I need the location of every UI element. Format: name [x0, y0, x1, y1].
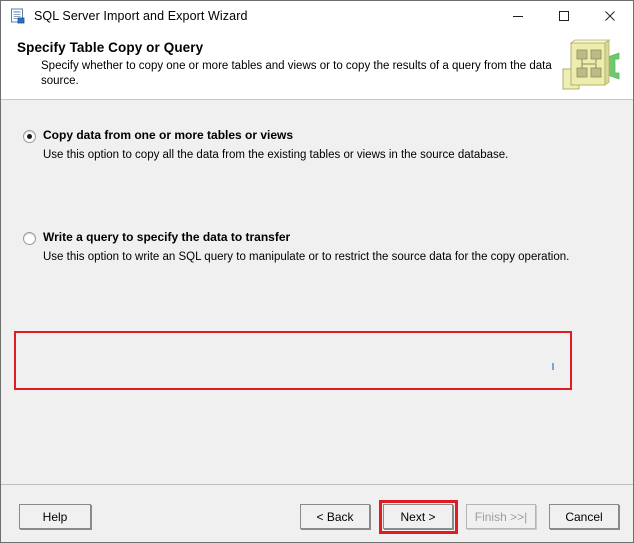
wizard-document-icon: [10, 8, 26, 24]
option-copy-tables-label: Copy data from one or more tables or vie…: [43, 128, 294, 142]
option-copy-tables-row[interactable]: Copy data from one or more tables or vie…: [23, 128, 508, 143]
help-button[interactable]: Help: [19, 504, 91, 529]
window-title: SQL Server Import and Export Wizard: [34, 9, 248, 23]
flowchart-green-arrow-icon: [557, 39, 621, 93]
close-icon[interactable]: [587, 1, 633, 31]
window-controls: [495, 1, 633, 31]
text-caret-mark: [552, 363, 554, 370]
option-copy-tables-description: Use this option to copy all the data fro…: [43, 149, 509, 161]
option-copy-tables[interactable]: Copy data from one or more tables or vie…: [23, 128, 508, 163]
page-header: Specify Table Copy or Query Specify whet…: [1, 31, 633, 100]
cancel-button[interactable]: Cancel: [549, 504, 619, 529]
option-write-query-row[interactable]: Write a query to specify the data to tra…: [23, 230, 569, 245]
wizard-window: SQL Server Import and Export Wizard Spec…: [0, 0, 634, 543]
finish-button: Finish >>|: [466, 504, 536, 529]
radio-write-query[interactable]: [23, 232, 36, 245]
radio-copy-tables[interactable]: [23, 130, 36, 143]
maximize-icon[interactable]: [541, 1, 587, 31]
back-button[interactable]: < Back: [300, 504, 370, 529]
page-subtitle: Specify whether to copy one or more tabl…: [41, 60, 552, 87]
highlight-box-write-query: [14, 331, 572, 390]
content-area: Copy data from one or more tables or vie…: [1, 100, 633, 484]
page-title: Specify Table Copy or Query: [17, 40, 204, 55]
option-write-query[interactable]: Write a query to specify the data to tra…: [23, 230, 569, 265]
title-bar: SQL Server Import and Export Wizard: [1, 1, 633, 31]
option-write-query-label: Write a query to specify the data to tra…: [43, 230, 291, 244]
next-button[interactable]: Next >: [383, 504, 453, 529]
option-write-query-description: Use this option to write an SQL query to…: [43, 251, 570, 263]
minimize-icon[interactable]: [495, 1, 541, 31]
